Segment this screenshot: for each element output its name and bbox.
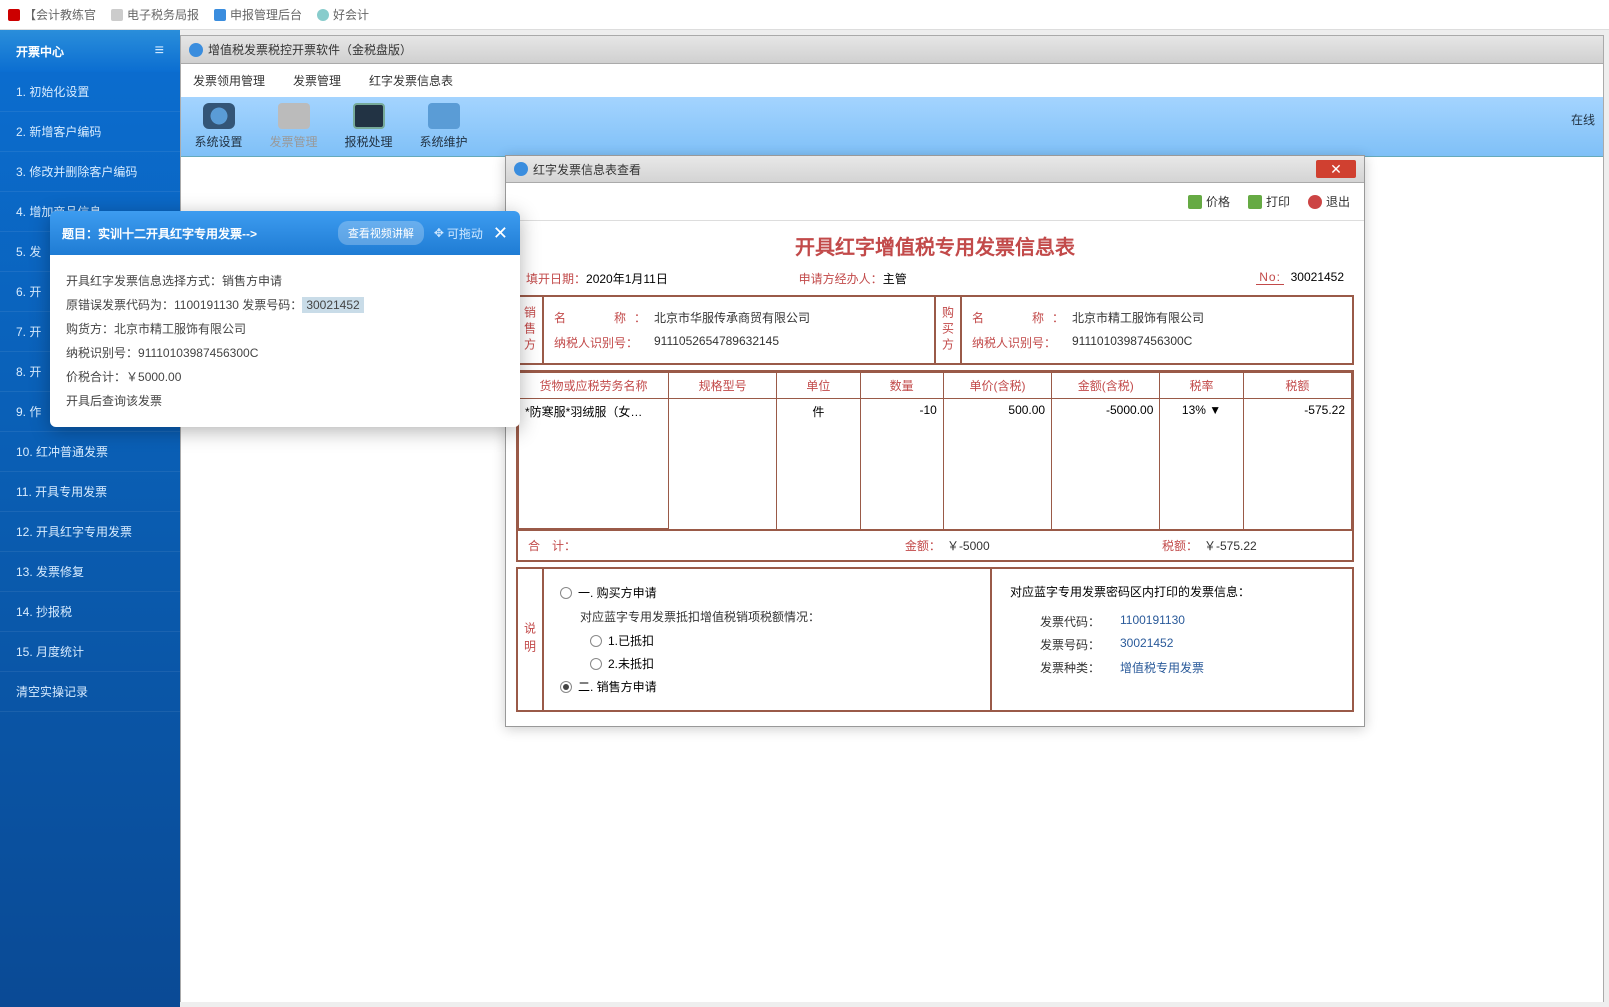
exit-button[interactable]: 退出 [1308,193,1350,210]
red-invoice-modal: 红字发票信息表查看 ✕ 价格 打印 退出 开具红字增值税专用发票信息表 填开日期… [505,155,1365,727]
inner-window-title: 增值税发票税控开票软件（金税盘版） [181,36,1603,64]
instruction-header[interactable]: 题目：实训十二开具红字专用发票--> 查看视频讲解 ✥ 可拖动 ✕ [50,211,520,255]
browser-tabs: 【会计教练官 电子税务局报 申报管理后台 好会计 [0,0,1609,30]
radio-seller[interactable] [560,681,572,693]
explain-side-label: 说明 [518,569,544,710]
print-button[interactable]: 打印 [1248,193,1290,210]
price-icon [1188,195,1202,209]
tab-icon [111,9,123,21]
tool-invoice-mgmt[interactable]: 发票管理 [256,103,331,150]
gear-icon [203,103,235,129]
app-icon [514,162,528,176]
drag-hint: ✥ 可拖动 [434,225,483,242]
sidebar-item-monthly[interactable]: 15. 月度统计 [0,632,180,672]
buyer-side-label: 购买方 [936,297,962,363]
tab-icon [214,9,226,21]
seller-side-label: 销售方 [518,297,544,363]
sidebar-item-report[interactable]: 14. 抄报税 [0,592,180,632]
sidebar-item-repair[interactable]: 13. 发票修复 [0,552,180,592]
exit-icon [1308,195,1322,209]
col-tax: 税额 [1243,373,1351,399]
folder-icon [428,103,460,129]
tab-icon [317,9,329,21]
invoice-icon [278,103,310,129]
tool-tax-report[interactable]: 报税处理 [331,103,406,150]
items-table: 货物或应税劳务名称 规格型号 单位 数量 单价(含税) 金额(含税) 税率 税额… [516,370,1354,531]
fapiao-top-row: 填开日期：2020年1月11日 申请方经办人：主管 No: 30021452 [506,266,1364,295]
col-unit: 单位 [777,373,860,399]
inner-menu-bar: 发票领用管理 发票管理 红字发票信息表 [181,64,1603,97]
tool-system-maint[interactable]: 系统维护 [406,103,481,150]
sidebar: 开票中心 ≡ 1. 初始化设置 2. 新增客户编码 3. 修改并删除客户编码 4… [0,30,180,1007]
modal-close-button[interactable]: ✕ [1316,160,1356,178]
sidebar-item-redcommon[interactable]: 10. 红冲普通发票 [0,432,180,472]
sidebar-item-init[interactable]: 1. 初始化设置 [0,72,180,112]
sidebar-item-special[interactable]: 11. 开具专用发票 [0,472,180,512]
fapiao-title: 开具红字增值税专用发票信息表 [506,221,1364,266]
col-spec: 规格型号 [668,373,776,399]
parties-section: 销售方 名 称：北京市华服传承商贸有限公司 纳税人识别号：91110526547… [516,295,1354,365]
col-amount: 金额(含税) [1052,373,1160,399]
modal-toolbar: 价格 打印 退出 [506,183,1364,221]
instruction-title: 题目：实训十二开具红字专用发票--> [62,225,328,242]
modal-titlebar[interactable]: 红字发票信息表查看 ✕ [506,156,1364,183]
radio-deducted[interactable] [590,635,602,647]
close-icon[interactable]: ✕ [493,223,508,244]
price-button[interactable]: 价格 [1188,193,1230,210]
buyer-body: 名 称：北京市精工服饰有限公司 纳税人识别号：91110103987456300… [962,297,1352,363]
app-icon [189,43,203,57]
menu-invoice[interactable]: 发票管理 [293,72,341,89]
rate-select[interactable]: 13% ▼ [1160,399,1243,529]
sidebar-item-redspecial[interactable]: 12. 开具红字专用发票 [0,512,180,552]
explain-right: 对应蓝字专用发票密码区内打印的发票信息： 发票代码：1100191130 发票号… [992,569,1352,710]
view-video-button[interactable]: 查看视频讲解 [338,221,424,245]
screen-icon [353,103,385,129]
move-icon: ✥ [434,226,444,240]
col-qty: 数量 [860,373,943,399]
menu-toggle-icon[interactable]: ≡ [155,42,164,60]
explain-section: 说明 一. 购买方申请 对应蓝字专用发票抵扣增值税销项税额情况： 1.已抵扣 2… [516,567,1354,712]
explain-left: 一. 购买方申请 对应蓝字专用发票抵扣增值税销项税额情况： 1.已抵扣 2.未抵… [544,569,992,710]
toolbar: 系统设置 发票管理 报税处理 系统维护 在线 [181,97,1603,157]
seller-body: 名 称：北京市华服传承商贸有限公司 纳税人识别号：911105265478963… [544,297,934,363]
print-icon [1248,195,1262,209]
sidebar-item-clear[interactable]: 清空实操记录 [0,672,180,712]
col-rate: 税率 [1160,373,1243,399]
radio-notdeducted[interactable] [590,658,602,670]
tab-icon [8,9,20,21]
menu-receipt[interactable]: 发票领用管理 [193,72,265,89]
tool-system-settings[interactable]: 系统设置 [181,103,256,150]
sidebar-item-editcust[interactable]: 3. 修改并删除客户编码 [0,152,180,192]
instruction-panel[interactable]: 题目：实训十二开具红字专用发票--> 查看视频讲解 ✥ 可拖动 ✕ 开具红字发票… [50,211,520,427]
sidebar-title: 开票中心 ≡ [0,30,180,72]
menu-redinfo[interactable]: 红字发票信息表 [369,72,453,89]
total-row: 合 计： 金额：￥-5000 税额：￥-575.22 [516,531,1354,562]
radio-buyer[interactable] [560,587,572,599]
col-name: 货物或应税劳务名称 [519,373,669,399]
item-row[interactable]: *防寒服*羽绒服（女… 件 -10 500.00 -5000.00 13% ▼ … [519,399,1352,529]
sidebar-item-addcust[interactable]: 2. 新增客户编码 [0,112,180,152]
online-status: 在线 [1571,103,1603,150]
instruction-body: 开具红字发票信息选择方式：销售方申请 原错误发票代码为：1100191130 发… [50,255,520,427]
col-price: 单价(含税) [943,373,1051,399]
